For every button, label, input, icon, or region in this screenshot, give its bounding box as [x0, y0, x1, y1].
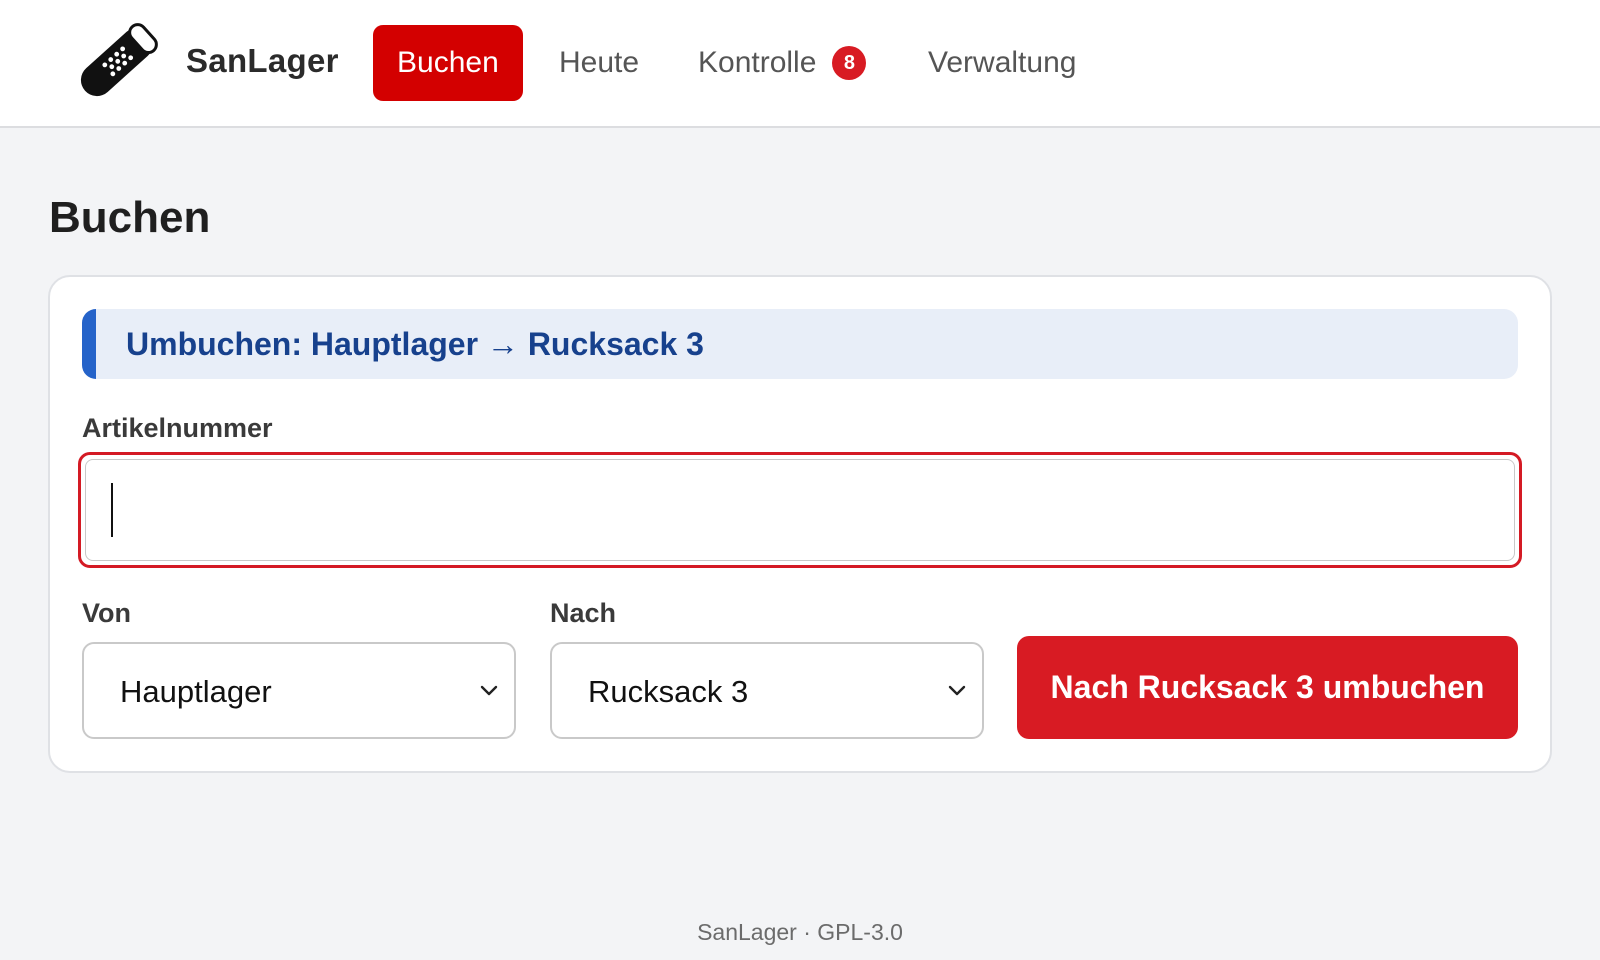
article-number-field-focus-ring [78, 452, 1522, 568]
app-name: SanLager [186, 42, 339, 79]
nav-item-label: Kontrolle [698, 46, 817, 79]
transfer-submit-button[interactable]: Nach Rucksack 3 umbuchen [1017, 636, 1518, 739]
from-location-select[interactable]: Hauptlager [82, 642, 516, 739]
page-title: Buchen [49, 193, 211, 242]
from-label: Von [82, 598, 131, 628]
article-number-input[interactable] [85, 459, 1515, 561]
top-navigation-bar: SanLager Buchen Heute Kontrolle 8 Verwal… [0, 0, 1600, 128]
banner-text: Umbuchen: Hauptlager → Rucksack 3 [126, 326, 704, 362]
footer-text: SanLager · GPL-3.0 [697, 919, 903, 945]
nav-item-label: Buchen [397, 46, 499, 79]
nav-item-label: Heute [559, 46, 640, 79]
banner-accent-bar [82, 309, 96, 379]
nav-item-heute[interactable]: Heute [559, 25, 639, 101]
article-number-label: Artikelnummer [82, 413, 273, 443]
bandage-icon[interactable] [70, 20, 164, 104]
to-label: Nach [550, 598, 617, 628]
nav-item-verwaltung[interactable]: Verwaltung [928, 25, 1076, 101]
chevron-down-icon [948, 685, 966, 696]
to-location-value: Rucksack 3 [588, 674, 749, 709]
nav-item-label: Verwaltung [928, 46, 1077, 79]
nav-item-buchen[interactable]: Buchen [373, 25, 523, 101]
notification-badge: 8 [832, 46, 867, 80]
submit-button-label: Nach Rucksack 3 umbuchen [1050, 669, 1485, 705]
chevron-down-icon [480, 685, 498, 696]
transfer-info-banner: Umbuchen: Hauptlager → Rucksack 3 [82, 309, 1518, 379]
from-location-value: Hauptlager [120, 674, 272, 709]
nav-item-kontrolle[interactable]: Kontrolle 8 [698, 25, 867, 101]
to-location-select[interactable]: Rucksack 3 [550, 642, 984, 739]
text-cursor [111, 483, 113, 537]
